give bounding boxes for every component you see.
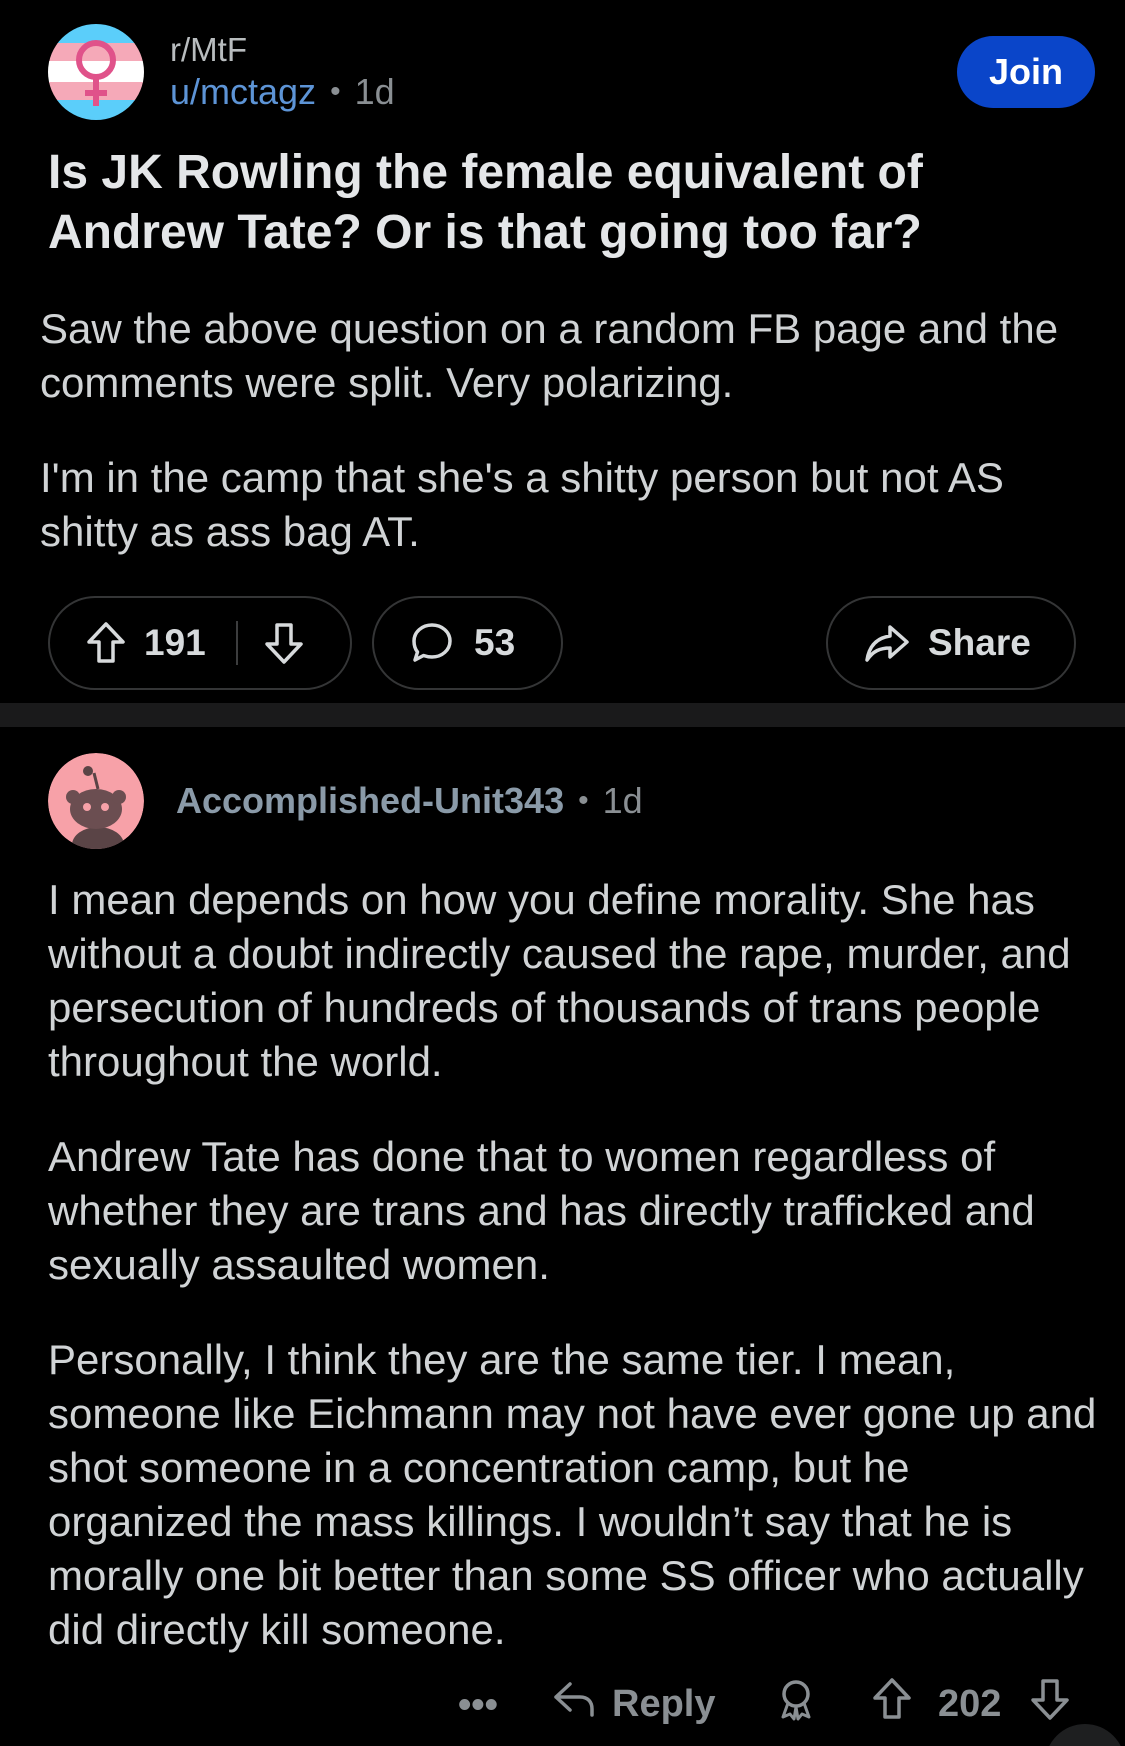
post-author[interactable]: u/mctagz xyxy=(170,70,316,114)
reply-label: Reply xyxy=(612,1682,716,1725)
comment-meta: Accomplished-Unit343 • 1d xyxy=(176,778,643,824)
upvote-count: 191 xyxy=(144,622,206,663)
commenter-avatar[interactable] xyxy=(48,753,144,849)
comment-body: I mean depends on how you define moralit… xyxy=(48,873,1098,1657)
comment-actions: ••• Reply 202 xyxy=(0,1672,1125,1736)
comments-button[interactable]: 53 xyxy=(372,596,563,690)
vote-divider xyxy=(235,621,238,665)
share-button[interactable]: Share xyxy=(826,596,1076,690)
subreddit-avatar[interactable] xyxy=(48,24,144,120)
downvote-icon[interactable] xyxy=(264,621,304,665)
reply-arrow-icon xyxy=(552,1679,596,1729)
post-title: Is JK Rowling the female equivalent of A… xyxy=(48,146,923,259)
post-body-paragraph: Saw the above question on a random FB pa… xyxy=(40,305,1059,406)
upvote-icon[interactable] xyxy=(86,621,126,665)
more-options-button[interactable]: ••• xyxy=(458,1684,498,1727)
comment-age: 1d xyxy=(602,780,643,821)
award-button[interactable] xyxy=(774,1672,818,1736)
comment-downvote-button[interactable] xyxy=(1030,1672,1070,1736)
post-meta: r/MtF u/mctagz • 1d xyxy=(170,30,395,114)
subreddit-name[interactable]: r/MtF xyxy=(170,30,395,70)
arrow-down-icon xyxy=(1030,1677,1070,1731)
comment-count: 53 xyxy=(474,622,516,663)
meta-separator: • xyxy=(578,784,589,817)
comment-paragraph: I mean depends on how you define moralit… xyxy=(48,876,1071,1085)
section-divider xyxy=(0,703,1125,727)
share-arrow-icon xyxy=(864,623,910,663)
comment-upvote-button[interactable] xyxy=(872,1672,912,1736)
vote-bar: 191 xyxy=(48,596,352,690)
reddit-post-page: r/MtF u/mctagz • 1d Join Is JK Rowling t… xyxy=(0,0,1125,1746)
join-button[interactable]: Join xyxy=(957,36,1095,108)
comment-vote-count: 202 xyxy=(938,1682,1002,1725)
trans-flag-venus-icon xyxy=(48,24,144,120)
comment-paragraph: Personally, I think they are the same ti… xyxy=(48,1336,1097,1653)
arrow-up-icon xyxy=(872,1677,912,1731)
author-line: u/mctagz • 1d xyxy=(170,70,395,114)
speech-bubble-icon xyxy=(410,621,454,665)
snoo-avatar-icon xyxy=(48,753,144,849)
post-body-paragraph: I'm in the camp that she's a shitty pers… xyxy=(40,454,1004,555)
post-body: Saw the above question on a random FB pa… xyxy=(40,302,1100,559)
comment-paragraph: Andrew Tate has done that to women regar… xyxy=(48,1133,1035,1288)
share-label: Share xyxy=(928,622,1031,663)
comment-author[interactable]: Accomplished-Unit343 xyxy=(176,778,564,824)
meta-separator: • xyxy=(330,75,341,108)
post-header: r/MtF u/mctagz • 1d Join xyxy=(48,24,1101,120)
post-age: 1d xyxy=(354,71,395,112)
reply-button[interactable]: Reply xyxy=(552,1672,715,1736)
award-icon xyxy=(774,1677,818,1731)
